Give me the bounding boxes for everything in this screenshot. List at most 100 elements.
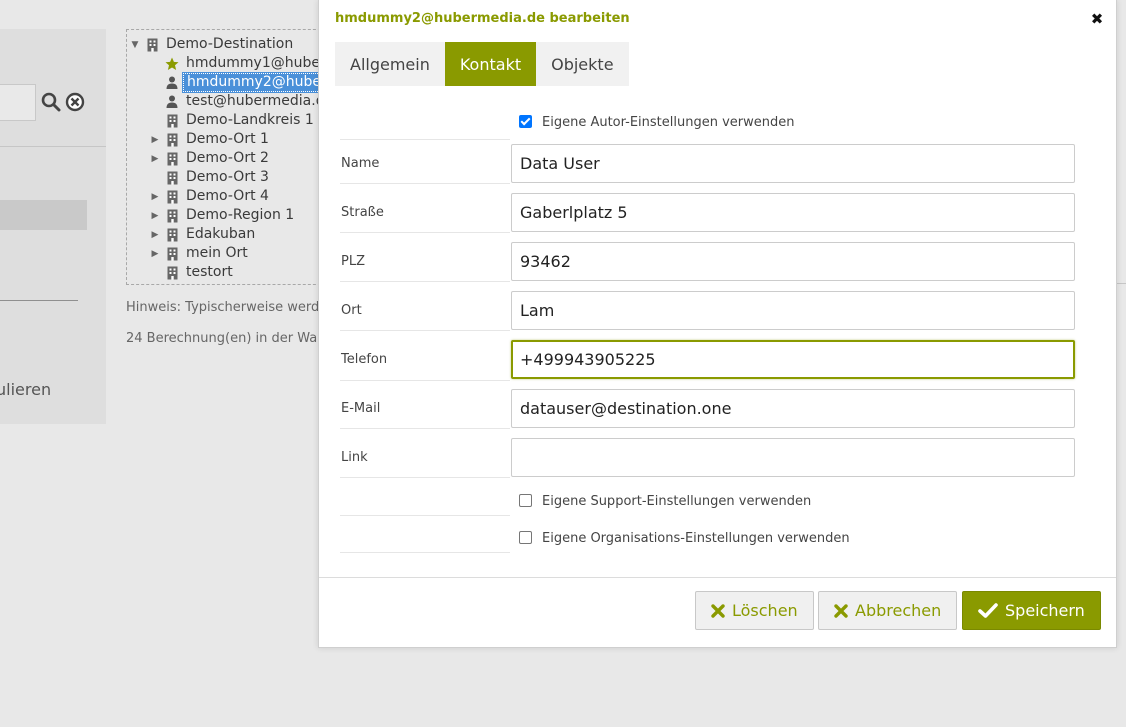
footer-divider [319,577,1116,578]
cancel-button[interactable]: Abbrechen [818,591,958,630]
tree-root[interactable]: ▼ Demo-Destination [129,35,296,54]
row-label-empty [340,104,510,140]
building-icon [161,247,183,261]
tree-root-label[interactable]: Demo-Destination [163,36,296,53]
search-input[interactable] [0,84,36,121]
tree-item-label[interactable]: test@hubermedia.de [183,93,336,110]
phone-row: Telefon [340,340,1080,381]
link-row: Link [340,438,1080,478]
zip-field[interactable] [511,242,1075,281]
tree-item-label[interactable]: mein Ort [183,245,251,262]
building-icon [161,266,183,280]
collapsed-caret-icon[interactable]: ▶ [149,154,161,164]
expanded-caret-icon[interactable]: ▼ [129,40,141,50]
phone-field[interactable] [511,340,1075,379]
tree-item[interactable]: test@hubermedia.de [149,92,336,111]
link-label: Link [340,438,510,478]
building-icon [161,171,183,185]
tree-item-label[interactable]: Edakuban [183,226,258,243]
delete-button[interactable]: Löschen [695,591,814,630]
divider [0,300,78,301]
author-settings-row: Eigene Autor-Einstellungen verwenden [340,104,1080,140]
email-field[interactable] [511,389,1075,428]
organisation-settings-checkbox[interactable] [519,531,532,544]
tree-item-selected[interactable]: hmdummy2@huberr [149,72,338,93]
building-icon [161,114,183,128]
tab-objekte[interactable]: Objekte [536,42,629,86]
city-label: Ort [340,291,510,331]
tree-item-label[interactable]: Demo-Ort 4 [183,188,272,205]
building-icon [161,152,183,166]
zip-row: PLZ [340,242,1080,282]
building-icon [161,133,183,147]
user-icon [161,95,183,108]
building-icon [161,209,183,223]
tree-item-label[interactable]: hmdummy2@huberr [181,72,338,93]
tree-item-label[interactable]: hmdummy1@huberr [183,55,334,72]
cancel-button-label: Abbrechen [855,601,942,620]
row-label-empty [340,480,510,516]
tab-allgemein[interactable]: Allgemein [335,42,445,86]
tree-item-label[interactable]: Demo-Landkreis 1 [183,112,317,129]
tree-item-label[interactable]: testort [183,264,236,281]
tree-item[interactable]: testort [149,263,236,282]
street-field[interactable] [511,193,1075,232]
star-icon [161,57,183,71]
clear-search-icon[interactable] [65,92,85,112]
sidebar-selected-item[interactable] [0,200,87,230]
edit-user-dialog: hmdummy2@hubermedia.de bearbeiten ✖ Allg… [318,0,1117,648]
phone-label: Telefon [340,340,510,381]
collapsed-caret-icon[interactable]: ▶ [149,249,161,259]
zip-label: PLZ [340,242,510,282]
tree-item[interactable]: ▶ Edakuban [149,225,258,244]
times-icon [711,603,725,618]
support-settings-row: Eigene Support-Einstellungen verwenden [340,480,1080,516]
city-field[interactable] [511,291,1075,330]
save-button[interactable]: Speichern [962,591,1101,630]
hint-text: Hinweis: Typischerweise werder [126,300,333,315]
close-icon[interactable]: ✖ [1088,10,1106,28]
row-label-empty [340,517,510,553]
divider [1116,283,1126,284]
name-row: Name [340,144,1080,184]
collapsed-caret-icon[interactable]: ▶ [149,192,161,202]
tab-kontakt[interactable]: Kontakt [444,42,537,86]
search-icon[interactable] [41,92,61,112]
times-icon [834,603,848,618]
tree-item-label[interactable]: Demo-Region 1 [183,207,297,224]
tree-item[interactable]: ▶ Demo-Ort 4 [149,187,272,206]
support-settings-label[interactable]: Eigene Support-Einstellungen verwenden [542,494,811,509]
tree-item[interactable]: hmdummy1@huberr [149,54,334,73]
delete-button-label: Löschen [732,601,798,620]
sidebar-partial-label[interactable]: ulieren [0,380,51,399]
collapsed-caret-icon[interactable]: ▶ [149,135,161,145]
link-field[interactable] [511,438,1075,477]
street-label: Straße [340,193,510,233]
organisation-settings-label[interactable]: Eigene Organisations-Einstellungen verwe… [542,531,850,546]
support-settings-checkbox[interactable] [519,494,532,507]
tree-item[interactable]: ▶ Demo-Ort 1 [149,130,272,149]
collapsed-caret-icon[interactable]: ▶ [149,211,161,221]
object-tree[interactable]: ▼ Demo-Destination hmdummy1@huberr hmdum… [126,29,338,285]
collapsed-caret-icon[interactable]: ▶ [149,230,161,240]
name-label: Name [340,144,510,184]
tree-item[interactable]: ▶ Demo-Region 1 [149,206,297,225]
tree-item[interactable]: ▶ mein Ort [149,244,251,263]
tree-item[interactable]: Demo-Ort 3 [149,168,272,187]
tree-item-label[interactable]: Demo-Ort 2 [183,150,272,167]
divider [0,146,106,147]
city-row: Ort [340,291,1080,331]
tree-item[interactable]: Demo-Landkreis 1 [149,111,317,130]
author-settings-label[interactable]: Eigene Autor-Einstellungen verwenden [542,115,794,130]
tree-item-label[interactable]: Demo-Ort 3 [183,169,272,186]
name-field[interactable] [511,144,1075,183]
street-row: Straße [340,193,1080,233]
queue-status-text: 24 Berechnung(en) in der Warte [126,331,336,346]
building-icon [161,228,183,242]
tree-item[interactable]: ▶ Demo-Ort 2 [149,149,272,168]
email-label: E-Mail [340,389,510,429]
building-icon [161,190,183,204]
tree-item-label[interactable]: Demo-Ort 1 [183,131,272,148]
tab-bar: Allgemein Kontakt Objekte [335,42,629,86]
author-settings-checkbox[interactable] [519,115,532,128]
